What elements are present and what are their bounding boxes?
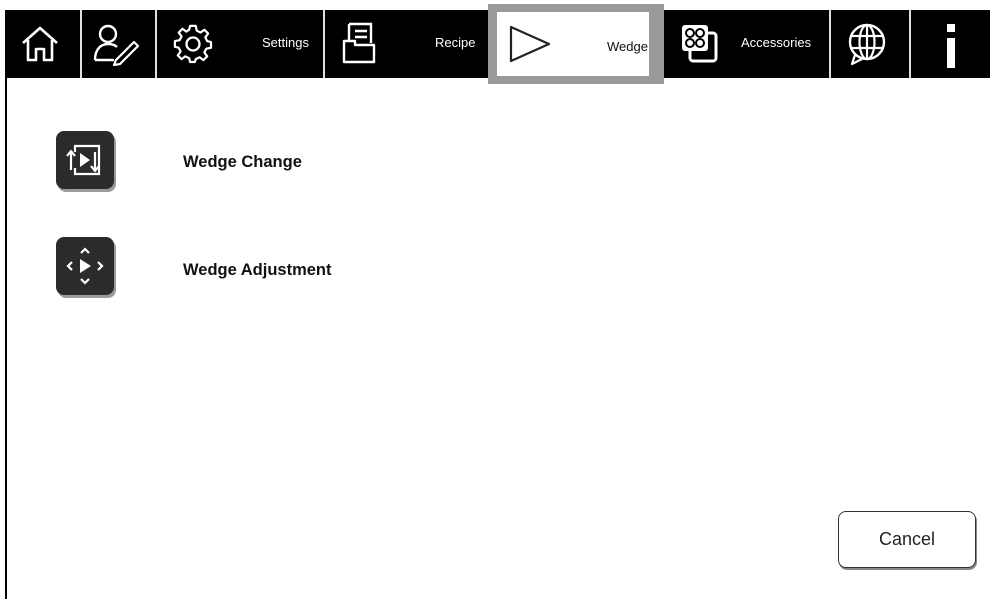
user-edit-icon (93, 24, 140, 66)
globe-icon (848, 23, 886, 66)
wedge-change-label: Wedge Change (183, 153, 302, 171)
wedge-change-icon (66, 144, 101, 176)
accessories-label: Accessories (741, 35, 812, 50)
accessories-button[interactable]: Accessories (669, 10, 829, 78)
wedge-adjustment-item[interactable]: Wedge Adjustment (56, 237, 386, 297)
wedge-tab-face: Wedge (497, 12, 649, 76)
wedge-adjustment-icon (66, 247, 104, 285)
settings-button[interactable]: Settings (157, 10, 323, 78)
wedge-change-item[interactable]: Wedge Change (56, 131, 386, 191)
wedge-change-tile (56, 131, 114, 189)
info-icon (947, 24, 955, 68)
recipe-icon (342, 22, 376, 64)
wedge-adjustment-label: Wedge Adjustment (183, 261, 332, 279)
left-border (5, 78, 7, 599)
tab-wedge-active[interactable]: Wedge (488, 4, 664, 84)
settings-label: Settings (262, 35, 309, 50)
wedge-label: Wedge (607, 39, 648, 54)
cancel-button[interactable]: Cancel (838, 511, 976, 568)
language-button[interactable] (831, 10, 909, 78)
accessories-icon (682, 25, 718, 63)
home-icon (22, 26, 58, 62)
recipe-button[interactable]: Recipe (325, 10, 489, 78)
recipe-label: Recipe (435, 35, 476, 50)
wedge-adjustment-tile (56, 237, 114, 295)
wedge-icon (509, 25, 551, 63)
info-button[interactable] (911, 10, 990, 78)
user-edit-button[interactable] (82, 10, 154, 78)
gear-icon (173, 24, 213, 64)
home-button[interactable] (5, 10, 79, 78)
